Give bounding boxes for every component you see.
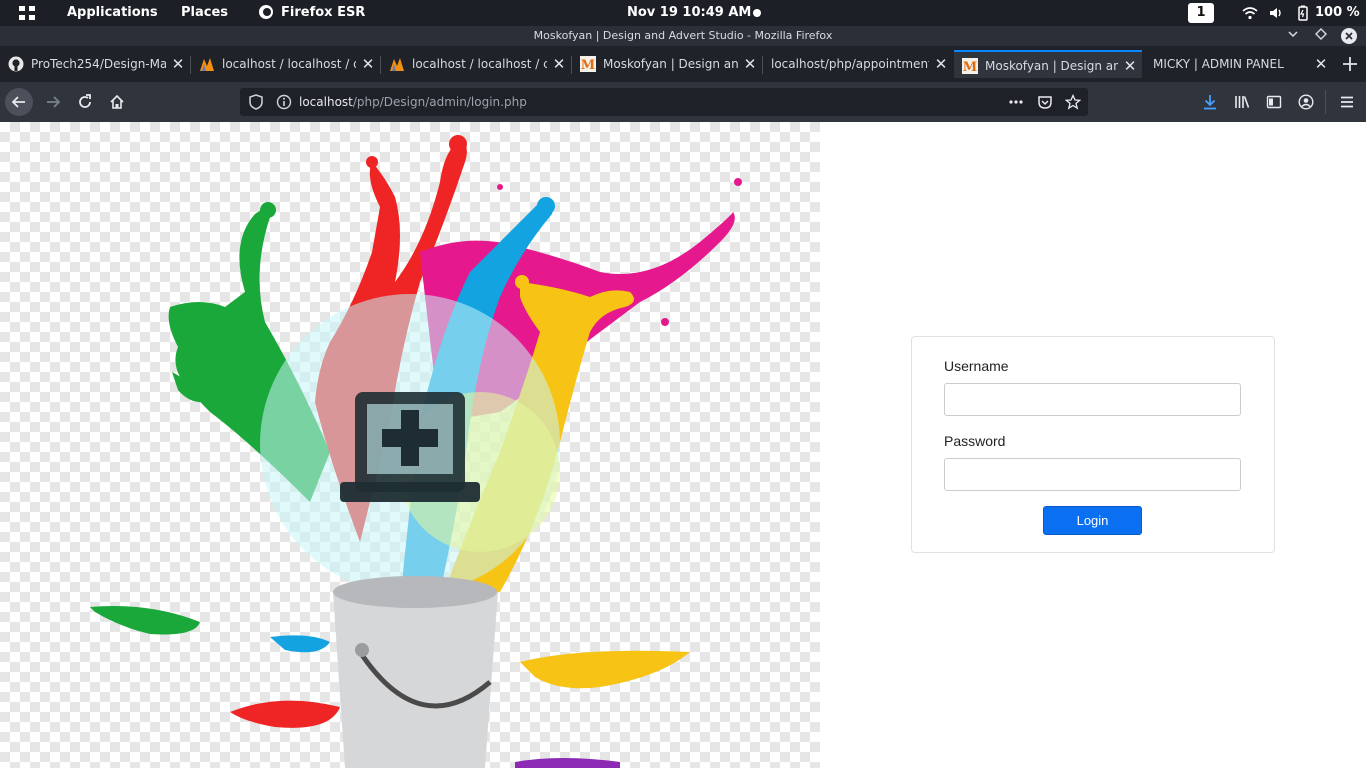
reload-icon: [79, 94, 91, 108]
battery-icon[interactable]: [1295, 5, 1311, 21]
url-text[interactable]: localhost/php/Design/admin/login.php: [299, 88, 527, 116]
account-icon[interactable]: [1298, 94, 1314, 110]
diamond-icon: [1315, 28, 1327, 40]
svg-text:M: M: [963, 60, 977, 74]
page-viewport: Username Password Login: [0, 122, 1366, 768]
phpmyadmin-icon: [390, 58, 404, 71]
paint-splash-illustration: [90, 135, 742, 768]
tab-github[interactable]: ProTech254/Design-Management ✕: [0, 50, 190, 78]
window-close-button[interactable]: [1341, 28, 1357, 44]
tab-label: Moskofyan | Design and Advert Studio: [985, 59, 1118, 73]
close-icon: [1345, 32, 1353, 40]
window-title: Moskofyan | Design and Advert Studio - M…: [533, 29, 833, 42]
volume-icon[interactable]: [1268, 5, 1284, 21]
tab-close-icon[interactable]: ✕: [1313, 50, 1329, 78]
workspace-indicator[interactable]: 1: [1188, 3, 1214, 23]
username-input[interactable]: [944, 383, 1241, 416]
tab-close-icon[interactable]: ✕: [933, 50, 949, 78]
wifi-icon[interactable]: [1242, 5, 1258, 21]
password-label: Password: [944, 433, 1006, 449]
tab-moskofyan-active[interactable]: M Moskofyan | Design and Advert Studio ✕: [954, 50, 1142, 78]
phpmyadmin-icon: [200, 58, 214, 71]
pocket-icon[interactable]: [1037, 94, 1053, 110]
places-menu[interactable]: Places: [181, 5, 228, 20]
tab-label: localhost/php/appointment/index.php: [771, 57, 929, 71]
library-icon[interactable]: [1234, 94, 1250, 110]
url-path: /php/Design/admin/login.php: [352, 95, 527, 109]
url-host: localhost: [299, 95, 353, 109]
info-icon[interactable]: [276, 94, 292, 110]
chevron-down-icon: [1288, 31, 1298, 38]
downloads-icon[interactable]: [1202, 94, 1218, 110]
hamburger-menu-icon[interactable]: [1339, 94, 1355, 110]
address-bar[interactable]: localhost/php/Design/admin/login.php: [240, 88, 1088, 116]
tab-close-icon[interactable]: ✕: [360, 50, 376, 78]
tab-label: Moskofyan | Design and Advert Studio: [603, 57, 738, 71]
active-app-menu[interactable]: Firefox ESR: [281, 5, 365, 20]
login-button[interactable]: Login: [1043, 506, 1142, 535]
back-button[interactable]: [5, 88, 33, 116]
tab-strip: ProTech254/Design-Management ✕ localhost…: [0, 46, 1366, 82]
reload-button[interactable]: [71, 88, 99, 116]
tab-phpmyadmin-docs[interactable]: localhost / localhost / docs ✕: [191, 50, 380, 78]
tab-label: localhost / localhost / docs: [222, 57, 356, 71]
tab-close-icon[interactable]: ✕: [551, 50, 567, 78]
tab-label: MICKY | ADMIN PANEL: [1153, 57, 1284, 71]
navigation-toolbar: localhost/php/Design/admin/login.php: [0, 82, 1366, 122]
login-form: Username Password Login: [911, 336, 1275, 553]
github-icon: [8, 56, 24, 72]
window-title-bar: Moskofyan | Design and Advert Studio - M…: [0, 26, 1366, 46]
sidebar-icon[interactable]: [1266, 94, 1282, 110]
password-input[interactable]: [944, 458, 1241, 491]
tab-micky-admin[interactable]: MICKY | ADMIN PANEL ✕: [1143, 50, 1333, 78]
app-grid-icon[interactable]: [18, 5, 36, 21]
notification-dot-icon: [753, 9, 761, 17]
moskofyan-m-icon: M: [962, 58, 978, 74]
maximize-button[interactable]: [1313, 28, 1329, 44]
new-tab-button[interactable]: [1338, 52, 1362, 76]
minimize-button[interactable]: [1285, 28, 1301, 44]
firefox-icon: [259, 5, 273, 19]
toolbar-separator: [1325, 90, 1326, 114]
home-button[interactable]: [103, 88, 131, 116]
moskofyan-m-icon: M: [580, 56, 596, 72]
svg-text:M: M: [581, 58, 595, 72]
plus-icon: [1343, 57, 1357, 71]
paint-splash-hero-image: [0, 122, 820, 768]
tab-close-icon[interactable]: ✕: [742, 50, 758, 78]
username-label: Username: [944, 358, 1009, 374]
system-top-bar: Applications Places Firefox ESR Nov 19 1…: [0, 0, 1366, 26]
arrow-right-icon: [47, 96, 61, 108]
tracking-shield-icon[interactable]: [248, 94, 264, 110]
tab-close-icon[interactable]: ✕: [1122, 52, 1138, 78]
arrow-left-icon: [11, 96, 25, 108]
applications-menu[interactable]: Applications: [67, 5, 158, 20]
bookmark-star-icon[interactable]: [1065, 94, 1081, 110]
more-actions-icon[interactable]: [1008, 94, 1024, 110]
tab-label: localhost / localhost / cdf: [412, 57, 547, 71]
tab-phpmyadmin-cdf[interactable]: localhost / localhost / cdf ✕: [381, 50, 571, 78]
clock[interactable]: Nov 19 10:49 AM: [627, 5, 751, 20]
tab-label: ProTech254/Design-Management: [31, 57, 166, 71]
tab-moskofyan-1[interactable]: M Moskofyan | Design and Advert Studio ✕: [572, 50, 762, 78]
tab-appointment[interactable]: localhost/php/appointment/index.php ✕: [763, 50, 953, 78]
battery-percentage: 100 %: [1315, 5, 1360, 20]
forward-button[interactable]: [39, 88, 67, 116]
laptop-medical-icon: [340, 392, 480, 502]
tab-close-icon[interactable]: ✕: [170, 50, 186, 78]
home-icon: [110, 94, 124, 109]
